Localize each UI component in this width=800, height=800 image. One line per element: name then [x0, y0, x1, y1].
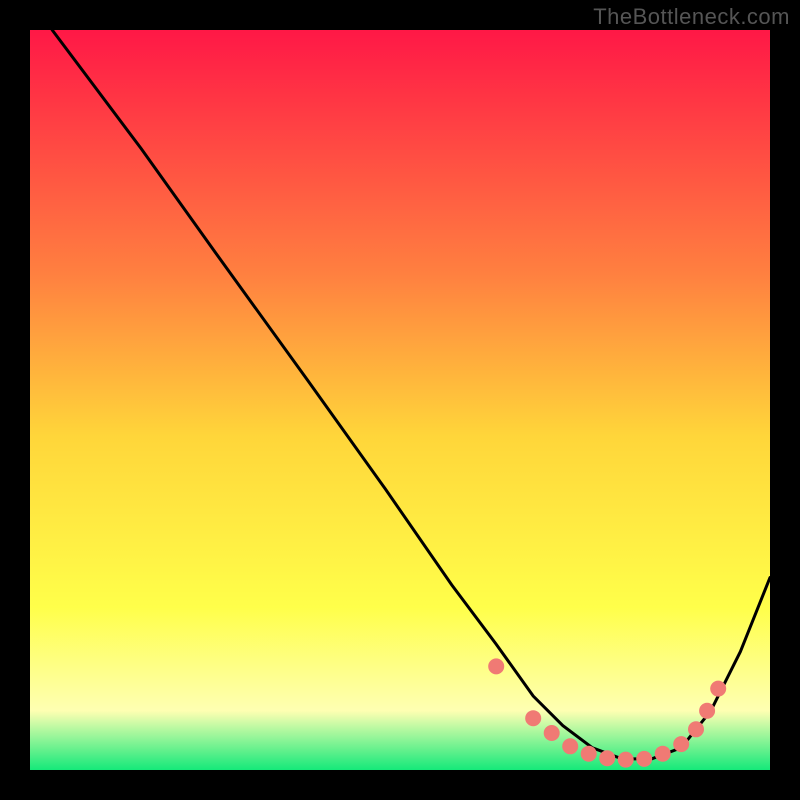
curve-marker [562, 738, 578, 754]
curve-marker [488, 658, 504, 674]
chart-frame: TheBottleneck.com [0, 0, 800, 800]
curve-marker [673, 736, 689, 752]
curve-marker [525, 710, 541, 726]
curve-marker [581, 746, 597, 762]
curve-marker [710, 681, 726, 697]
curve-marker [655, 746, 671, 762]
curve-marker [699, 703, 715, 719]
curve-marker [618, 752, 634, 768]
plot-area [30, 30, 770, 770]
curve-marker [636, 751, 652, 767]
curve-marker [599, 750, 615, 766]
chart-svg [30, 30, 770, 770]
watermark-text: TheBottleneck.com [593, 4, 790, 30]
curve-marker [688, 721, 704, 737]
curve-marker [544, 725, 560, 741]
gradient-background [30, 30, 770, 770]
